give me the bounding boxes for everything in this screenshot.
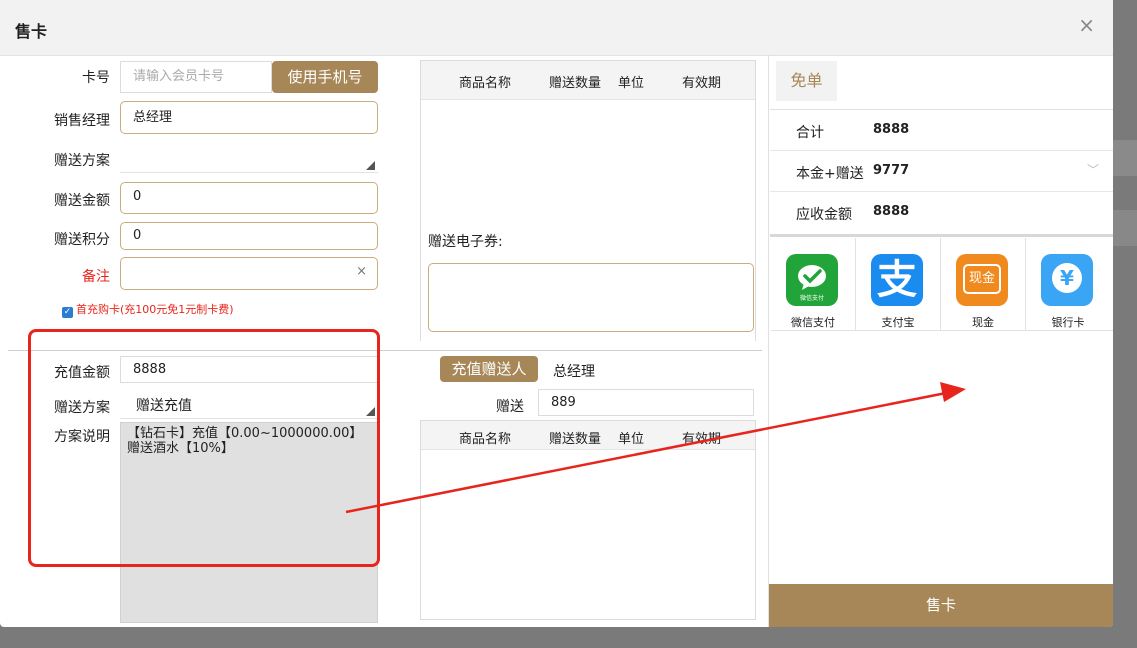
annotation-arrow (345, 382, 966, 514)
